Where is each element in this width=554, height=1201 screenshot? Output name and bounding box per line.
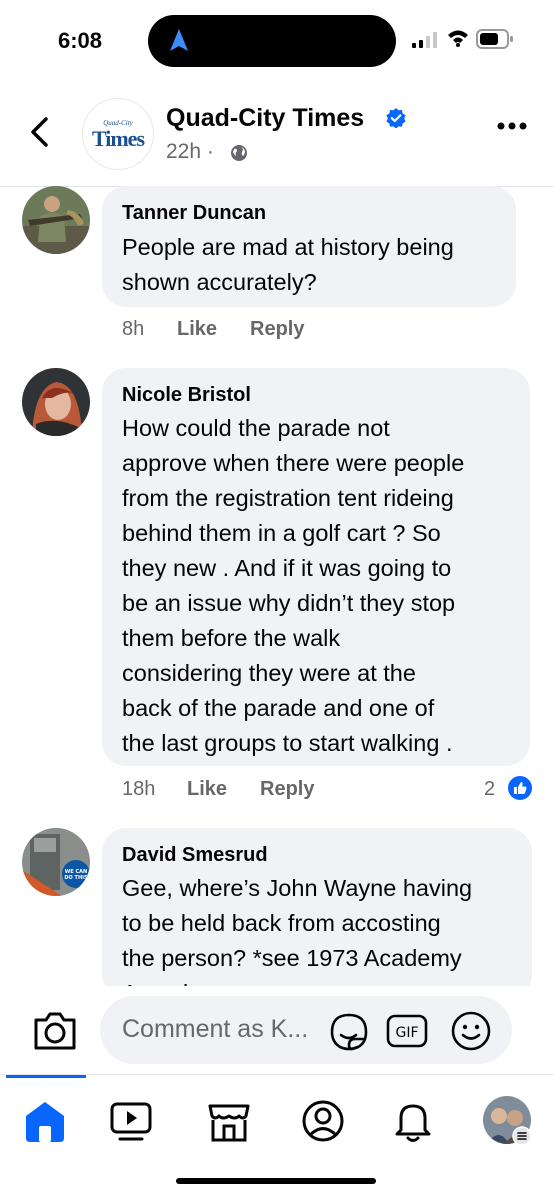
- globe-icon: [231, 145, 247, 161]
- comment-bubble[interactable]: Nicole Bristol How could the parade not …: [102, 368, 530, 766]
- logo-big-text: Times: [91, 126, 145, 151]
- back-arrow-icon[interactable]: [28, 116, 52, 148]
- navigation-arrow-icon: [170, 29, 188, 51]
- home-indicator: [176, 1178, 376, 1184]
- avatar[interactable]: [22, 368, 90, 436]
- gif-label: GIF: [395, 1025, 418, 1041]
- home-tab-icon[interactable]: [22, 1098, 68, 1144]
- like-reaction-icon: [506, 774, 534, 802]
- dynamic-island: [148, 15, 396, 67]
- comment-bubble[interactable]: David Smesrud Gee, where’s John Wayne ha…: [102, 828, 532, 1006]
- page-logo[interactable]: Quad-City Times: [82, 98, 154, 170]
- comment-bubble[interactable]: Tanner Duncan People are mad at history …: [102, 186, 516, 307]
- post-timestamp: 22h ·: [166, 140, 214, 163]
- comment-author[interactable]: Tanner Duncan: [122, 202, 266, 225]
- avatar-photo-icon: [22, 186, 90, 254]
- emoji-icon[interactable]: [450, 1010, 492, 1052]
- vaccine-badge-text-2: DO THIS: [64, 875, 88, 881]
- gif-icon[interactable]: GIF: [386, 1014, 428, 1048]
- video-tab-icon[interactable]: [108, 1098, 154, 1144]
- page-name[interactable]: Quad-City Times: [166, 104, 364, 133]
- sticker-icon[interactable]: [328, 1011, 370, 1053]
- marketplace-tab-icon[interactable]: [206, 1098, 252, 1144]
- avatar-photo-icon: [22, 368, 90, 436]
- status-bar: 6:08: [0, 0, 554, 84]
- menu-hamburger-badge-icon[interactable]: [512, 1126, 532, 1146]
- avatar[interactable]: WE CAN DO THIS: [22, 828, 90, 896]
- notifications-bell-icon[interactable]: [390, 1098, 436, 1144]
- avatar[interactable]: [22, 186, 90, 254]
- comment-time: 18h: [122, 778, 156, 800]
- comment-placeholder: Comment as K...: [122, 1015, 309, 1043]
- cellular-signal-icon: [412, 32, 437, 48]
- comment-author[interactable]: Nicole Bristol: [122, 384, 251, 407]
- like-button[interactable]: Like: [187, 778, 227, 801]
- comment-text: People are mad at history being shown ac…: [122, 234, 454, 295]
- camera-icon[interactable]: [32, 1008, 78, 1052]
- post-header: Quad-City Times Quad-City Times 22h ·: [0, 84, 554, 187]
- wifi-icon: [448, 30, 468, 47]
- more-options-icon[interactable]: [497, 122, 527, 130]
- reaction-count[interactable]: 2: [484, 778, 495, 801]
- reply-button[interactable]: Reply: [260, 778, 314, 801]
- comment-time: 8h: [122, 318, 145, 340]
- reply-button[interactable]: Reply: [250, 318, 304, 341]
- profile-tab-icon[interactable]: [300, 1098, 346, 1144]
- comment-text: How could the parade not approve when th…: [122, 415, 465, 756]
- battery-icon: [476, 29, 513, 49]
- verified-badge-icon: [386, 108, 406, 128]
- avatar-photo-icon: WE CAN DO THIS: [22, 828, 90, 896]
- active-tab-indicator: [6, 1075, 86, 1078]
- like-button[interactable]: Like: [177, 318, 217, 341]
- status-time: 6:08: [58, 28, 103, 53]
- comment-author[interactable]: David Smesrud: [122, 844, 268, 867]
